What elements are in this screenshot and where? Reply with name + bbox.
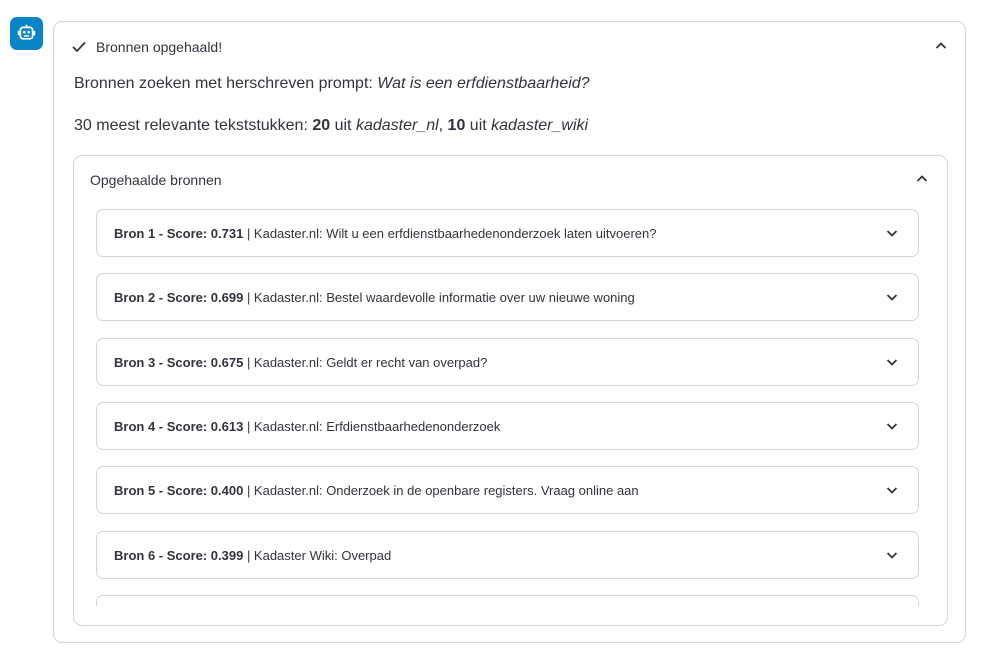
source-text: Bron 2 - Score: 0.699 | Kadaster.nl: Bes… xyxy=(114,290,635,305)
rewritten-query: Wat is een erfdienstbaarheid? xyxy=(377,75,590,92)
source-score-label: Bron 1 - Score: 0.731 xyxy=(114,225,244,241)
uit-text: uit xyxy=(330,117,356,134)
relevance-prefix: 30 meest relevante tekststukken: xyxy=(74,117,313,134)
checkmark-icon xyxy=(72,41,86,53)
source-score-label: Bron 3 - Score: 0.675 xyxy=(114,354,244,370)
source-text: Bron 5 - Score: 0.400 | Kadaster.nl: Ond… xyxy=(114,483,639,498)
status-header[interactable]: Bronnen opgehaald! xyxy=(72,37,222,57)
retrieved-sources-expander: Opgehaalde bronnen Bron 1 - Score: 0.731… xyxy=(73,155,948,626)
chevron-up-icon[interactable] xyxy=(915,172,929,186)
chevron-down-icon xyxy=(886,359,898,366)
source-item[interactable]: Bron 2 - Score: 0.699 | Kadaster.nl: Bes… xyxy=(96,273,919,321)
source-title: | Kadaster.nl: Onderzoek in de openbare … xyxy=(243,482,639,498)
source-title: | Kadaster.nl: Wilt u een erfdienstbaarh… xyxy=(243,225,657,241)
source-score-label: Bron 5 - Score: 0.400 xyxy=(114,482,244,498)
source-score-label: Bron 6 - Score: 0.399 xyxy=(114,547,244,563)
sources-status-expander: Bronnen opgehaald! Bronnen zoeken met he… xyxy=(53,21,966,643)
source-title: | Kadaster Wiki: Overpad xyxy=(243,547,392,563)
chevron-down-icon xyxy=(886,294,898,301)
sources-list: Bron 1 - Score: 0.731 | Kadaster.nl: Wil… xyxy=(96,209,919,606)
source-title: | Kadaster.nl: Erfdienstbaarhedenonderzo… xyxy=(243,418,501,434)
chevron-up-icon[interactable] xyxy=(934,39,948,53)
chevron-down-icon xyxy=(886,487,898,494)
source-name-kadaster-nl: kadaster_nl xyxy=(355,117,439,134)
source-title: | Kadaster.nl: Geldt er recht van overpa… xyxy=(243,354,488,370)
assistant-avatar xyxy=(10,17,43,50)
rewritten-prompt-line: Bronnen zoeken met herschreven prompt: W… xyxy=(74,75,590,93)
status-text: Bronnen opgehaald! xyxy=(96,39,223,55)
source-text: Bron 6 - Score: 0.399 | Kadaster Wiki: O… xyxy=(114,548,391,563)
retrieved-sources-title[interactable]: Opgehaalde bronnen xyxy=(90,172,222,188)
source-item[interactable]: Bron 5 - Score: 0.400 | Kadaster.nl: Ond… xyxy=(96,466,919,514)
uit-text: uit xyxy=(465,117,492,134)
source-item[interactable]: Bron 6 - Score: 0.399 | Kadaster Wiki: O… xyxy=(96,531,919,579)
source-text: Bron 4 - Score: 0.613 | Kadaster.nl: Erf… xyxy=(114,419,500,434)
source-score-label: Bron 2 - Score: 0.699 xyxy=(114,289,244,305)
source-text: Bron 1 - Score: 0.731 | Kadaster.nl: Wil… xyxy=(114,226,656,241)
source-name-kadaster-wiki: kadaster_wiki xyxy=(491,117,589,134)
prompt-prefix: Bronnen zoeken met herschreven prompt: xyxy=(74,75,378,92)
count-kadaster-wiki: 10 xyxy=(447,117,466,134)
separator: , xyxy=(438,117,448,134)
source-item-partial[interactable] xyxy=(96,595,919,606)
relevance-summary: 30 meest relevante tekststukken: 20 uit … xyxy=(74,117,588,135)
chevron-down-icon xyxy=(886,230,898,237)
source-item[interactable]: Bron 1 - Score: 0.731 | Kadaster.nl: Wil… xyxy=(96,209,919,257)
count-kadaster-nl: 20 xyxy=(312,117,331,134)
chevron-down-icon xyxy=(886,552,898,559)
source-score-label: Bron 4 - Score: 0.613 xyxy=(114,418,244,434)
source-item[interactable]: Bron 3 - Score: 0.675 | Kadaster.nl: Gel… xyxy=(96,338,919,386)
chevron-down-icon xyxy=(886,423,898,430)
robot-icon xyxy=(17,24,36,40)
source-title: | Kadaster.nl: Bestel waardevolle inform… xyxy=(243,289,635,305)
source-item[interactable]: Bron 4 - Score: 0.613 | Kadaster.nl: Erf… xyxy=(96,402,919,450)
source-text: Bron 3 - Score: 0.675 | Kadaster.nl: Gel… xyxy=(114,355,487,370)
